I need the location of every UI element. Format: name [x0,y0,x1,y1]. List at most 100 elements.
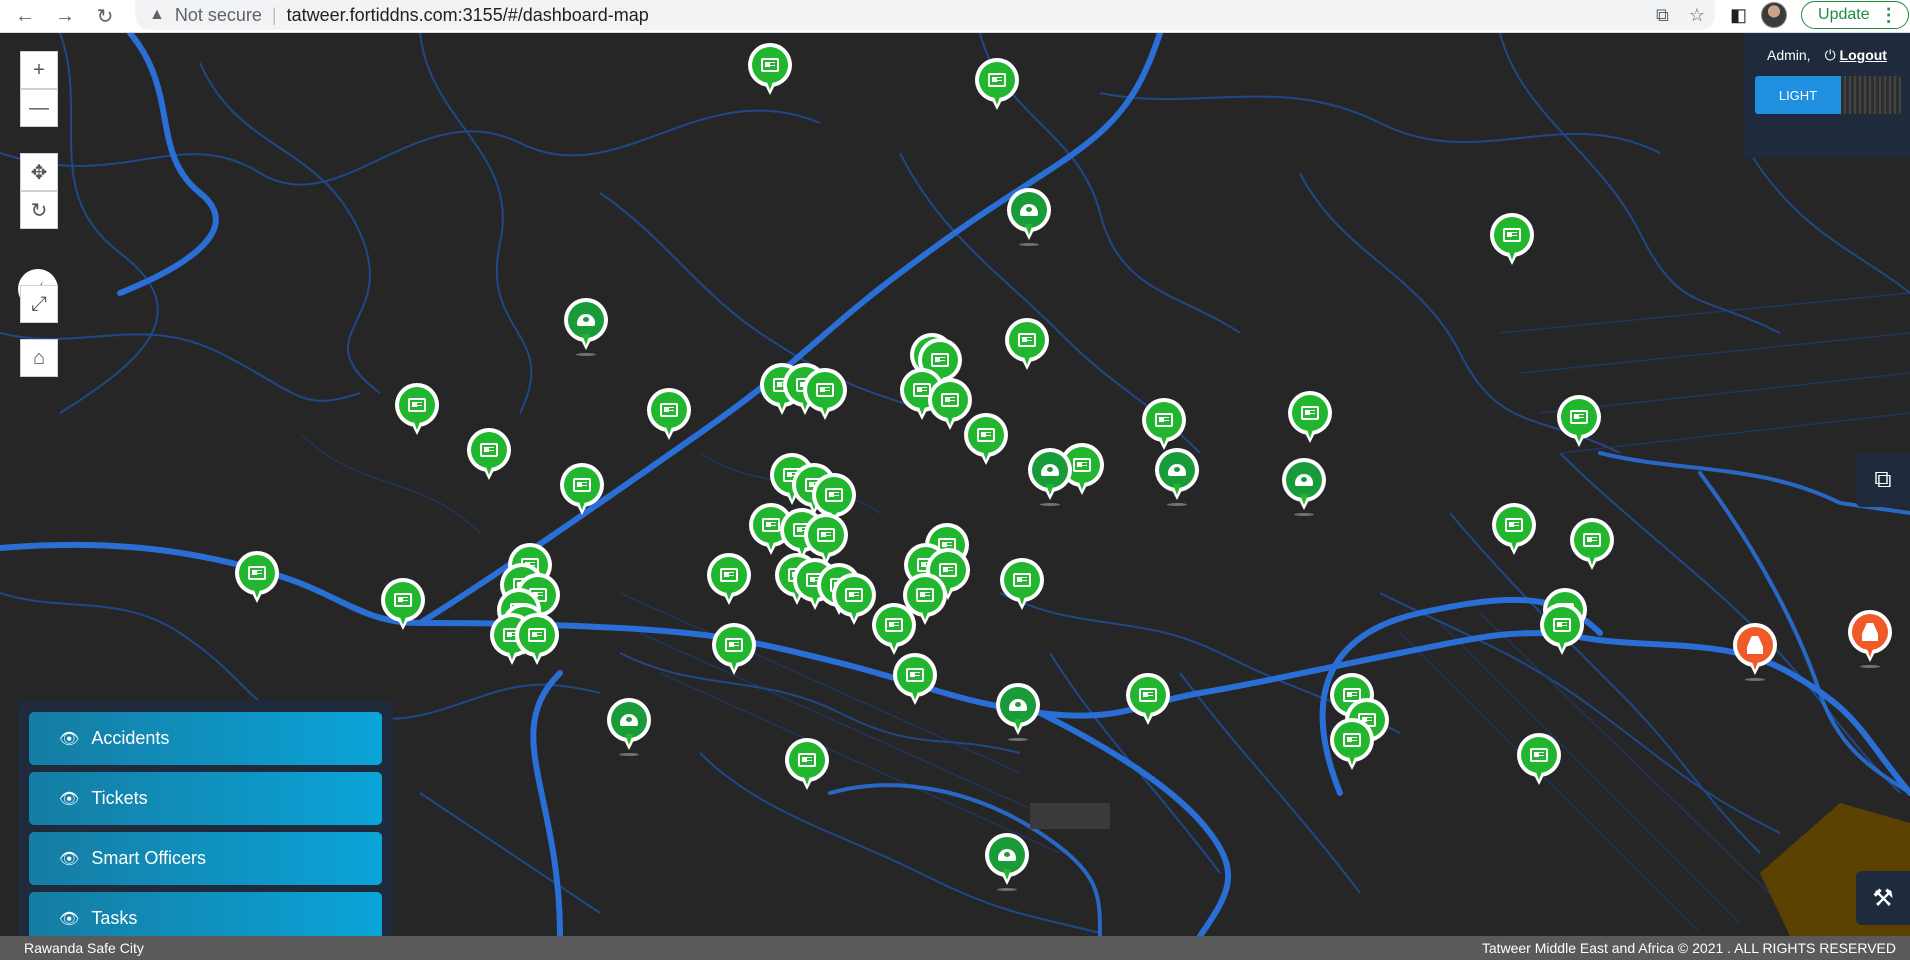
accident-marker[interactable] [1733,623,1777,681]
footer-brand: Rawanda Safe City [24,940,144,956]
layer-smart-officers-button[interactable]: 👁 Smart Officers [29,832,382,885]
ticket-marker[interactable] [395,383,439,439]
ticket-marker[interactable] [235,551,279,607]
toggle-handle[interactable] [1841,76,1901,114]
ticket-marker[interactable] [832,573,876,629]
user-label: Admin, [1767,47,1811,63]
ticket-marker[interactable] [560,463,604,519]
copy-icon: ⧉ [1874,466,1892,493]
update-button[interactable]: Update ⋮ [1801,1,1909,29]
layer-tickets-button[interactable]: 👁 Tickets [29,772,382,825]
ticket-marker[interactable] [1517,733,1561,789]
update-label: Update [1818,6,1870,23]
ticket-marker[interactable] [803,368,847,424]
zoom-out-button[interactable]: — [20,89,58,127]
ticket-icon [480,443,498,457]
ticket-icon [885,618,903,632]
ticket-icon [977,428,995,442]
back-icon[interactable]: ← [10,1,40,31]
zoom-in-button[interactable]: + [20,51,58,89]
ticket-marker[interactable] [515,613,559,669]
officer-marker[interactable] [607,698,651,756]
ticket-icon [762,518,780,532]
star-icon[interactable]: ☆ [1689,5,1705,26]
officer-marker[interactable] [996,683,1040,741]
officer-marker[interactable] [1007,188,1051,246]
ticket-icon [1343,733,1361,747]
layer-label: Tickets [91,788,148,808]
ticket-icon [1155,413,1173,427]
ticket-icon [1505,518,1523,532]
ticket-marker[interactable] [1142,398,1186,454]
layer-label: Tasks [91,908,138,928]
ticket-marker[interactable] [975,58,1019,114]
ticket-marker[interactable] [748,43,792,99]
eye-icon: 👁 [59,790,80,808]
tools-tab[interactable]: ⚒ [1856,871,1910,925]
rotate-icon[interactable]: ↻ [20,191,58,229]
ticket-marker[interactable] [381,578,425,634]
power-icon: ⏻ [1824,47,1836,63]
ticket-marker[interactable] [785,738,829,794]
forward-icon[interactable]: → [50,1,80,31]
ticket-marker[interactable] [707,553,751,609]
ticket-icon [1139,688,1157,702]
ticket-marker[interactable] [1557,395,1601,451]
ticket-icon [1301,406,1319,420]
ticket-marker[interactable] [1330,718,1374,774]
ticket-marker[interactable] [964,413,1008,469]
sidepanel-icon[interactable]: ◧ [1730,5,1747,26]
ticket-marker[interactable] [1126,673,1170,729]
address-bar[interactable]: ▲ Not secure | tatweer.fortiddns.com:315… [135,0,1715,30]
security-label: Not secure [174,4,262,25]
ticket-icon [248,566,266,580]
ticket-marker[interactable] [1000,558,1044,614]
theme-toggle[interactable]: LIGHT [1755,76,1901,114]
home-icon[interactable]: ⌂ [20,339,58,377]
officer-marker[interactable] [564,298,608,356]
ticket-marker[interactable] [1005,318,1049,374]
layer-tasks-button[interactable]: 👁 Tasks [29,892,382,936]
fullscreen-icon[interactable]: ⤢ [20,285,58,323]
pan-icon[interactable]: ✥ [20,153,58,191]
reload-icon[interactable]: ↻ [90,1,120,31]
menu-dots-icon[interactable]: ⋮ [1880,5,1898,26]
officer-marker[interactable] [1028,448,1072,506]
layer-label: Accidents [91,728,170,748]
ticket-marker[interactable] [1490,213,1534,269]
officer-marker[interactable] [985,833,1029,891]
address-separator: | [271,4,277,25]
police-cap-icon [1041,464,1059,476]
avatar[interactable] [1761,2,1788,28]
ticket-marker[interactable] [1540,603,1584,659]
ticket-icon [1503,228,1521,242]
ticket-icon [916,588,934,602]
ticket-marker[interactable] [1492,503,1536,559]
ticket-icon [931,353,949,367]
logout-link[interactable]: ⏻ Logout [1825,47,1887,64]
ticket-marker[interactable] [1288,391,1332,447]
logout-label: Logout [1839,47,1887,63]
ticket-marker[interactable] [467,428,511,484]
ticket-marker[interactable] [1570,518,1614,574]
accident-marker[interactable] [1848,610,1892,668]
ticket-marker[interactable] [903,573,947,629]
ticket-icon [725,638,743,652]
ticket-marker[interactable] [712,623,756,679]
ticket-icon [528,628,546,642]
ticket-marker[interactable] [893,653,937,709]
footer: Rawanda Safe City Tatweer Middle East an… [0,936,1910,960]
ticket-icon [906,668,924,682]
ticket-icon [798,753,816,767]
officer-marker[interactable] [1282,458,1326,516]
layer-accidents-button[interactable]: 👁 Accidents [29,712,382,765]
officer-marker[interactable] [1155,448,1199,506]
layers-tab[interactable]: ⧉ [1856,453,1910,507]
police-cap-icon [998,849,1016,861]
police-cap-icon [1168,464,1186,476]
map-canvas[interactable]: + — ✥ ↻ ⤢ ⌂ Admin, ⏻ Logout LIGHT ⧉ ⚒ 👁 A… [0,33,1910,936]
share-icon[interactable]: ⧉ [1656,5,1669,26]
ticket-icon [845,588,863,602]
ticket-marker[interactable] [647,388,691,444]
ticket-icon [1073,458,1091,472]
